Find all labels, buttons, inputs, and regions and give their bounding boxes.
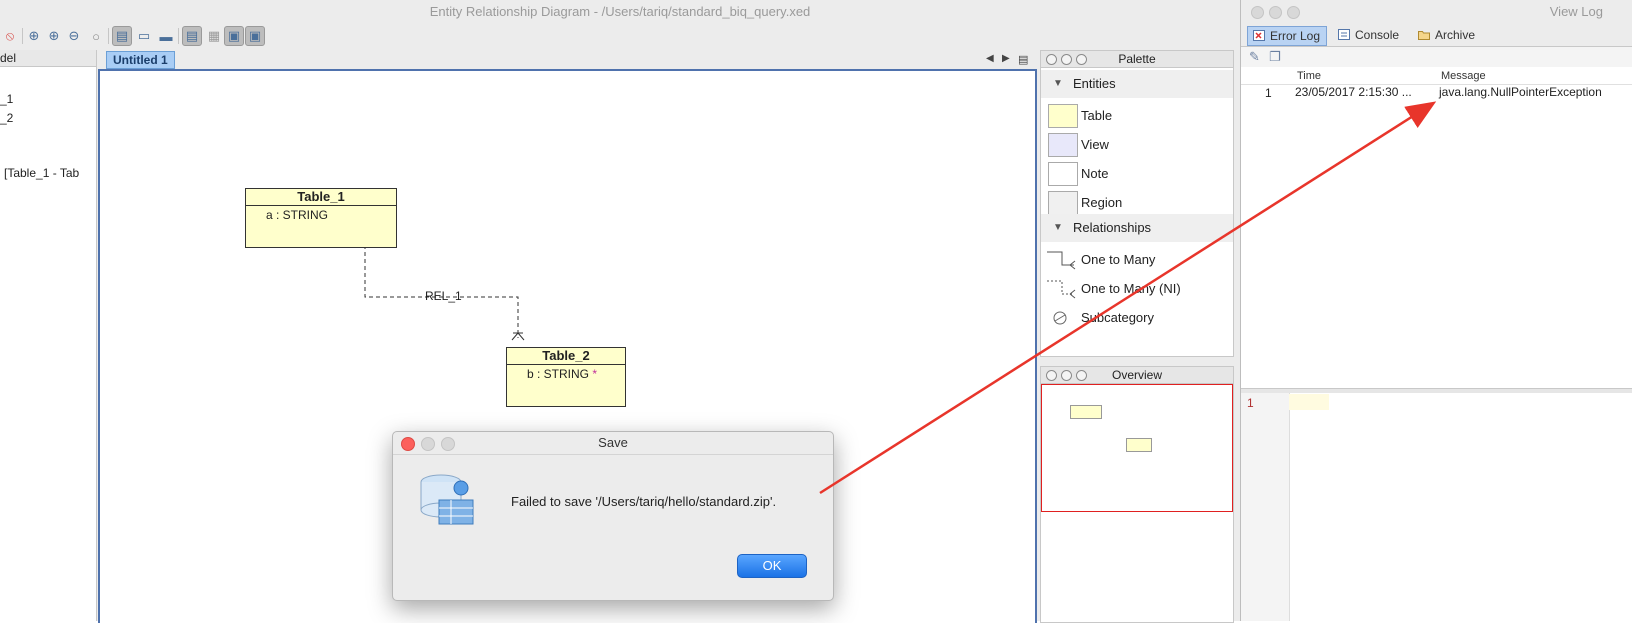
dialog-title: Save bbox=[598, 435, 628, 450]
overview-pane: Overview bbox=[1040, 366, 1234, 623]
model-tree-item[interactable]: _1 bbox=[0, 92, 13, 106]
both-view-icon[interactable]: ▣ bbox=[224, 26, 244, 46]
logical-view-icon[interactable]: ▤ bbox=[182, 26, 202, 46]
palette-item-subcategory[interactable]: Subcategory bbox=[1041, 303, 1233, 333]
row-time: 23/05/2017 2:15:30 ... bbox=[1295, 85, 1412, 99]
view-log-titlebar: View Log bbox=[1241, 0, 1632, 25]
folder-icon bbox=[1418, 31, 1430, 40]
palette-item-one-to-many[interactable]: One to Many bbox=[1041, 245, 1233, 275]
model-tree-item[interactable]: _2 bbox=[0, 111, 13, 125]
main-toolbar: ⦸ ⊕ ⊕ ⊖ ○ ▤ ▭ ▬ ▤ ▦ ▣ ▣ bbox=[0, 24, 1240, 48]
entity-table-2[interactable]: Table_2 b : STRING * bbox=[506, 347, 626, 407]
palette-section-entities[interactable]: ▼ Entities bbox=[1041, 70, 1233, 98]
scroll-left-icon[interactable]: ◀ bbox=[986, 53, 994, 64]
editor-tab-bar: Untitled 1 ◀ ▶ ▤ bbox=[98, 50, 1034, 70]
current-line-highlight bbox=[1289, 394, 1329, 410]
entity-attribute: b : STRING * bbox=[527, 367, 598, 381]
row-message: java.lang.NullPointerException bbox=[1439, 85, 1602, 99]
stop-icon[interactable]: ⦸ bbox=[0, 26, 20, 46]
entity-title: Table_2 bbox=[507, 348, 625, 365]
tab-archive[interactable]: Archive bbox=[1413, 26, 1481, 44]
tab-console[interactable]: Console bbox=[1333, 26, 1405, 44]
view-log-title: View Log bbox=[1549, 4, 1603, 19]
overview-viewport-frame[interactable] bbox=[1041, 384, 1233, 512]
show-name-only-icon[interactable]: ▬ bbox=[156, 26, 176, 46]
close-icon[interactable] bbox=[401, 437, 415, 451]
subcategory-icon bbox=[1053, 311, 1067, 325]
view-log-toolbar: ✎ ❐ bbox=[1241, 47, 1632, 67]
one-to-many-icon bbox=[1047, 251, 1076, 270]
palette-item-view[interactable]: View bbox=[1041, 130, 1233, 160]
show-attributes-icon[interactable]: ▤ bbox=[112, 26, 132, 46]
palette-item-note[interactable]: Note bbox=[1041, 159, 1233, 189]
overview-header: Overview bbox=[1041, 367, 1233, 384]
save-dialog: Save Failed to save '/Users/tariq/hello/… bbox=[392, 431, 834, 601]
note-thumbnail-icon bbox=[1048, 162, 1078, 186]
model-tree-item[interactable]: [Table_1 - Tab bbox=[4, 166, 79, 180]
window-title: Entity Relationship Diagram - /Users/tar… bbox=[0, 0, 1240, 25]
ok-button[interactable]: OK bbox=[737, 554, 807, 578]
table-row[interactable]: 1 23/05/2017 2:15:30 ... java.lang.NullP… bbox=[1241, 85, 1632, 103]
relationship-label[interactable]: REL_1 bbox=[425, 289, 462, 303]
palette-item-one-to-many-ni[interactable]: One to Many (NI) bbox=[1041, 274, 1233, 304]
palette-title: Palette bbox=[1118, 52, 1156, 66]
entity-attribute: a : STRING bbox=[266, 208, 329, 222]
show-types-icon[interactable]: ▭ bbox=[134, 26, 154, 46]
model-tree-pane: del _1 _2 [Table_1 - Tab bbox=[0, 50, 97, 621]
palette-item-table[interactable]: Table bbox=[1041, 101, 1233, 131]
minimize-icon bbox=[421, 437, 435, 451]
overview-entity-thumbnail bbox=[1070, 405, 1102, 419]
line-number: 1 bbox=[1247, 396, 1254, 410]
collapse-triangle-icon[interactable]: ▼ bbox=[1053, 70, 1063, 98]
zoom-out-icon[interactable]: ⊖ bbox=[64, 26, 84, 46]
entity-table-1[interactable]: Table_1 a : STRING bbox=[245, 188, 397, 248]
overview-title: Overview bbox=[1111, 368, 1162, 382]
palette-pane: Palette ▼ Entities Table View Note Regio… bbox=[1040, 50, 1234, 357]
physical-view-icon[interactable]: ▦ bbox=[204, 26, 224, 46]
copy-log-icon[interactable]: ❐ bbox=[1269, 49, 1281, 65]
column-header-time[interactable]: Time bbox=[1297, 69, 1321, 83]
clear-log-icon[interactable]: ✎ bbox=[1249, 49, 1260, 65]
tab-error-log[interactable]: Error Log bbox=[1247, 26, 1328, 46]
zoom-fit-icon[interactable]: ⊕ bbox=[24, 26, 44, 46]
model-pane-header: del bbox=[0, 50, 96, 67]
column-header-message[interactable]: Message bbox=[1441, 69, 1486, 83]
tab-untitled-1[interactable]: Untitled 1 bbox=[106, 51, 175, 69]
close-icon[interactable] bbox=[1251, 6, 1264, 19]
dialog-message: Failed to save '/Users/tariq/hello/stand… bbox=[511, 494, 777, 509]
row-index: 1 bbox=[1265, 86, 1272, 100]
database-app-icon bbox=[420, 474, 474, 525]
collapse-triangle-icon[interactable]: ▼ bbox=[1053, 214, 1063, 242]
layout-icon[interactable]: ▣ bbox=[245, 26, 265, 46]
view-log-window: View Log Error Log Console Archive ✎ ❐ T… bbox=[1240, 0, 1632, 621]
palette-header: Palette bbox=[1041, 51, 1233, 68]
dialog-titlebar: Save bbox=[393, 432, 833, 455]
palette-section-relationships[interactable]: ▼ Relationships bbox=[1041, 214, 1233, 242]
zoom-actual-icon[interactable]: ○ bbox=[86, 26, 106, 46]
maximize-icon[interactable] bbox=[1287, 6, 1300, 19]
line-number-gutter: 1 bbox=[1241, 393, 1290, 621]
view-log-tabs: Error Log Console Archive bbox=[1241, 24, 1632, 47]
scroll-right-icon[interactable]: ▶ bbox=[1002, 53, 1010, 64]
pk-marker: * bbox=[592, 367, 598, 381]
error-log-icon bbox=[1253, 30, 1265, 41]
error-log-table: Time Message 1 23/05/2017 2:15:30 ... ja… bbox=[1241, 69, 1632, 387]
overview-entity-thumbnail bbox=[1126, 438, 1152, 452]
table-thumbnail-icon bbox=[1048, 104, 1078, 128]
console-icon bbox=[1338, 29, 1350, 40]
tab-list-icon[interactable]: ▤ bbox=[1018, 53, 1028, 66]
entity-title: Table_1 bbox=[246, 189, 396, 206]
zoom-in-icon[interactable]: ⊕ bbox=[44, 26, 64, 46]
maximize-icon bbox=[441, 437, 455, 451]
one-to-many-ni-icon bbox=[1047, 280, 1076, 299]
region-thumbnail-icon bbox=[1048, 191, 1078, 215]
log-detail-editor[interactable]: 1 bbox=[1241, 393, 1632, 621]
minimize-icon[interactable] bbox=[1269, 6, 1282, 19]
view-thumbnail-icon bbox=[1048, 133, 1078, 157]
